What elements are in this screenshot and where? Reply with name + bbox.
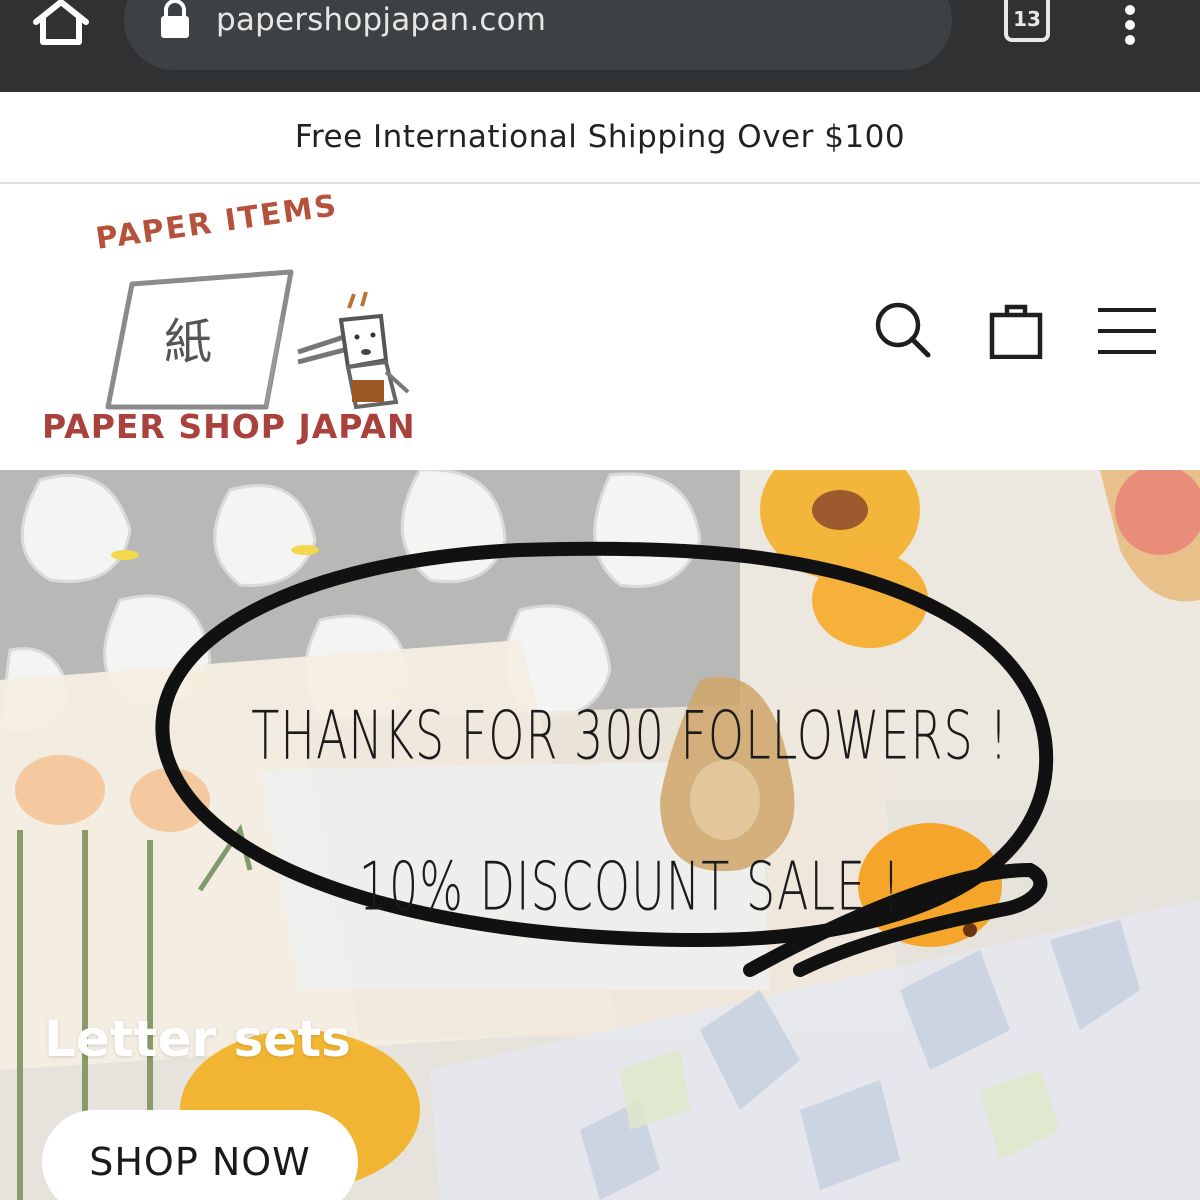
shop-now-button[interactable]: SHOP NOW xyxy=(42,1110,358,1200)
logo-wordmark: PAPER SHOP JAPAN xyxy=(42,407,416,446)
hero-banner[interactable]: Thanks for 300 followers ! 10% discount … xyxy=(0,470,1200,1200)
collection-title: Letter sets xyxy=(44,1010,351,1068)
tab-switcher-button[interactable]: 13 xyxy=(1004,0,1050,42)
search-icon[interactable] xyxy=(872,299,934,361)
site-header: PAPER ITEMS 紙 PAPER SHOP JAPAN xyxy=(0,184,1200,470)
site-logo[interactable]: PAPER ITEMS 紙 PAPER SHOP JAPAN xyxy=(36,188,416,464)
logo-kanji: 紙 xyxy=(164,314,213,370)
promo-line-followers: Thanks for 300 followers ! xyxy=(251,696,1009,775)
more-vert-icon[interactable] xyxy=(1118,4,1142,46)
announcement-bar: Free International Shipping Over $100 xyxy=(0,92,1200,184)
promo-message: Thanks for 300 followers ! 10% discount … xyxy=(250,660,1010,962)
browser-toolbar: papershopjapan.com 13 xyxy=(0,0,1200,92)
url-text[interactable]: papershopjapan.com xyxy=(216,2,546,38)
home-icon[interactable] xyxy=(30,0,92,48)
hamburger-menu-icon[interactable] xyxy=(1096,306,1158,356)
promo-line-discount: 10% discount sale ! xyxy=(358,847,902,926)
shopping-bag-icon[interactable] xyxy=(986,299,1046,359)
announcement-text: Free International Shipping Over $100 xyxy=(294,119,906,155)
lock-icon xyxy=(161,0,189,38)
